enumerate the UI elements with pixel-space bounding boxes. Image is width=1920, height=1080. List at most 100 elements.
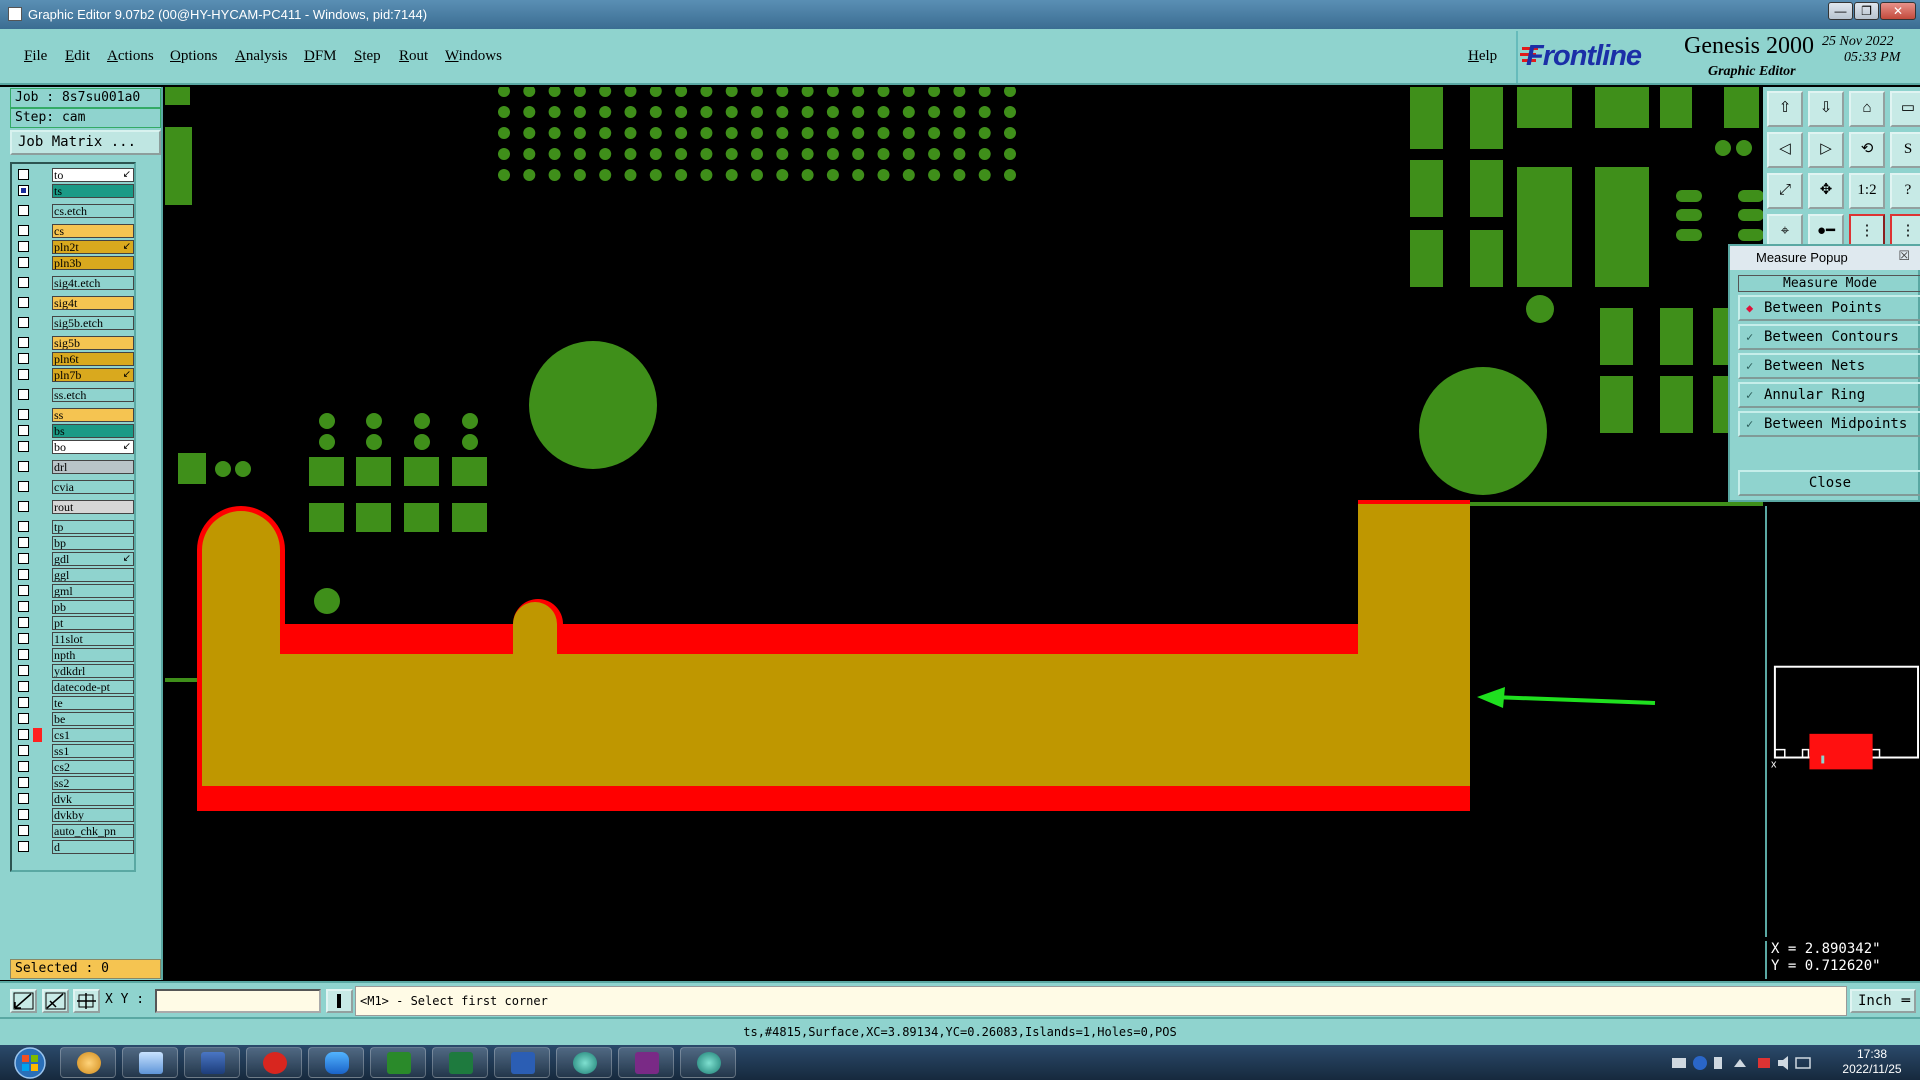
layer-name[interactable]: sig4t.etch (52, 276, 134, 290)
layer-row[interactable]: sig4t.etch (14, 276, 134, 290)
layer-row[interactable]: d (14, 840, 134, 854)
layer-name[interactable]: sig4t (52, 296, 134, 310)
job-matrix-button[interactable]: Job Matrix ... (10, 130, 161, 155)
pan-left-icon[interactable]: ◁ (1767, 132, 1803, 168)
layer-name[interactable]: pt (52, 616, 134, 630)
layer-row[interactable]: cs.etch (14, 204, 134, 218)
layer-name[interactable]: tp (52, 520, 134, 534)
layer-name[interactable]: cs (52, 224, 134, 238)
layer-checkbox[interactable] (18, 521, 29, 532)
layer-row[interactable]: pt (14, 616, 134, 630)
pan-right-icon[interactable]: ▷ (1808, 132, 1844, 168)
layer-row[interactable]: cs2 (14, 760, 134, 774)
popup-close-icon[interactable]: ☒ (1898, 248, 1910, 264)
graphic-canvas[interactable] (165, 87, 1763, 980)
option-annular-ring[interactable]: ✓ Annular Ring (1738, 382, 1920, 408)
taskbar-feiq-app[interactable] (308, 1047, 364, 1078)
page-icon[interactable]: ▭ (1890, 91, 1920, 127)
zoom-center-icon[interactable]: ✥ (1808, 173, 1844, 209)
layer-checkbox[interactable] (18, 205, 29, 216)
layer-row[interactable]: sig4t (14, 296, 134, 310)
system-tray[interactable] (1670, 1055, 1820, 1071)
layer-checkbox[interactable] (18, 461, 29, 472)
layer-checkbox[interactable] (18, 277, 29, 288)
layer-row[interactable]: be (14, 712, 134, 726)
layer-checkbox[interactable] (18, 257, 29, 268)
layer-row[interactable]: dvkby (14, 808, 134, 822)
layer-name[interactable]: pb (52, 600, 134, 614)
layer-checkbox[interactable] (18, 389, 29, 400)
start-orb-icon[interactable] (6, 1046, 48, 1079)
layer-name[interactable]: dvkby (52, 808, 134, 822)
layer-name[interactable]: dvk (52, 792, 134, 806)
layer-checkbox[interactable] (18, 225, 29, 236)
xy-input[interactable] (155, 989, 321, 1013)
taskbar-excel[interactable] (432, 1047, 488, 1078)
taskbar-word[interactable] (494, 1047, 550, 1078)
layer-name[interactable]: bp (52, 536, 134, 550)
info-icon[interactable] (326, 989, 353, 1013)
layer-row[interactable]: gdl ↙ (14, 552, 134, 566)
layer-name[interactable]: bo ↙ (52, 440, 134, 454)
layer-name[interactable]: gml (52, 584, 134, 598)
layer-checkbox[interactable] (18, 353, 29, 364)
measure-close-button[interactable]: Close (1738, 470, 1920, 496)
layer-name[interactable]: sig5b (52, 336, 134, 350)
layer-name[interactable]: cs2 (52, 760, 134, 774)
layer-row[interactable]: bo ↙ (14, 440, 134, 454)
layer-name[interactable]: ss2 (52, 776, 134, 790)
layer-checkbox[interactable] (18, 317, 29, 328)
layer-checkbox[interactable] (18, 409, 29, 420)
layer-row[interactable]: bs (14, 424, 134, 438)
layer-checkbox[interactable] (18, 633, 29, 644)
layer-row[interactable]: cs (14, 224, 134, 238)
menu-actions[interactable]: Actions (107, 48, 154, 65)
taskbar-genesis-1[interactable] (556, 1047, 612, 1078)
menu-options[interactable]: Options (170, 48, 218, 65)
option-between-points[interactable]: ◆ Between Points (1738, 295, 1920, 321)
layer-name[interactable]: be (52, 712, 134, 726)
layer-checkbox[interactable] (18, 777, 29, 788)
layer-row[interactable]: ggl (14, 568, 134, 582)
layer-checkbox[interactable] (18, 337, 29, 348)
layer-row[interactable]: cvia (14, 480, 134, 494)
layer-checkbox[interactable] (18, 617, 29, 628)
option-between-contours[interactable]: ✓ Between Contours (1738, 324, 1920, 350)
layer-name[interactable]: ggl (52, 568, 134, 582)
menu-rout[interactable]: Rout (399, 48, 428, 65)
taskbar-shell-app[interactable] (60, 1047, 116, 1078)
angle-snap-icon[interactable] (42, 989, 69, 1013)
layer-row[interactable]: gml (14, 584, 134, 598)
layer-name[interactable]: ts (52, 184, 134, 198)
layer-checkbox[interactable] (18, 169, 29, 180)
menu-help[interactable]: Help (1468, 48, 1497, 65)
layer-name[interactable]: to ↙ (52, 168, 134, 182)
scale-1-2-icon[interactable]: 1:2 (1849, 173, 1885, 209)
layer-checkbox[interactable] (18, 501, 29, 512)
zoom-house-icon[interactable]: ⌂ (1849, 91, 1885, 127)
option-between-midpoints[interactable]: ✓ Between Midpoints (1738, 411, 1920, 437)
layer-checkbox[interactable] (18, 369, 29, 380)
layer-name[interactable]: pln7b ↙ (52, 368, 134, 382)
layer-row[interactable]: ts (14, 184, 134, 198)
taskbar-notepad[interactable] (122, 1047, 178, 1078)
close-window-button[interactable]: ✕ (1880, 2, 1916, 20)
layer-name[interactable]: gdl ↙ (52, 552, 134, 566)
layer-row[interactable]: tp (14, 520, 134, 534)
layer-row[interactable]: pln2t ↙ (14, 240, 134, 254)
layer-row[interactable]: ss1 (14, 744, 134, 758)
layer-list[interactable]: to ↙ ts cs.etch cs pln2t ↙ pln3b sig4t.etch sig4t… (10, 162, 136, 872)
menu-windows[interactable]: Windows (445, 48, 502, 65)
layer-checkbox[interactable] (18, 825, 29, 836)
layer-row[interactable]: ss2 (14, 776, 134, 790)
layer-checkbox[interactable] (18, 745, 29, 756)
layer-name[interactable]: npth (52, 648, 134, 662)
layer-row[interactable]: npth (14, 648, 134, 662)
taskbar-p-app[interactable] (370, 1047, 426, 1078)
layer-row[interactable]: ss (14, 408, 134, 422)
layer-name[interactable]: rout (52, 500, 134, 514)
menu-edit[interactable]: Edit (65, 48, 90, 65)
layer-row[interactable]: rout (14, 500, 134, 514)
layer-name[interactable]: pln3b (52, 256, 134, 270)
taskbar-x-app[interactable] (618, 1047, 674, 1078)
